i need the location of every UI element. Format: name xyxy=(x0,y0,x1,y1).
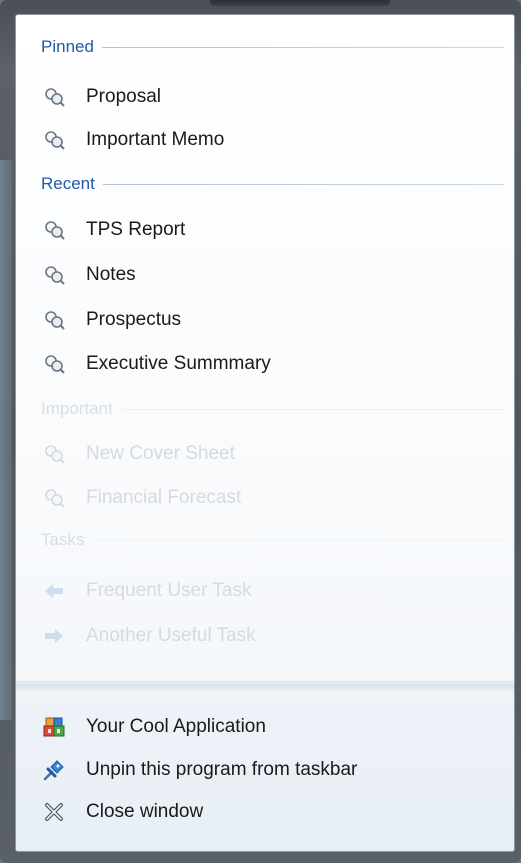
jump-list-content: Pinned Proposal Important Memo Recent TP… xyxy=(16,15,514,681)
pinned-item-important-memo[interactable]: Important Memo xyxy=(38,121,498,159)
item-label: Important Memo xyxy=(86,129,225,150)
item-label: TPS Report xyxy=(86,219,186,240)
item-label: Another Useful Task xyxy=(86,625,256,646)
frame-left-edge xyxy=(0,160,12,720)
document-search-icon xyxy=(42,128,66,152)
section-header-tasks: Tasks xyxy=(16,526,514,554)
item-label: Notes xyxy=(86,264,136,285)
item-label: Your Cool Application xyxy=(86,716,266,737)
item-label: Financial Forecast xyxy=(86,487,242,508)
app-icon xyxy=(42,715,66,739)
recent-item-notes[interactable]: Notes xyxy=(38,256,498,294)
pinned-item-proposal[interactable]: Proposal xyxy=(38,78,498,116)
arrow-left-icon xyxy=(42,579,66,603)
document-search-icon xyxy=(42,442,66,466)
important-item-financial-forecast: Financial Forecast xyxy=(38,479,498,517)
item-label: Close window xyxy=(86,801,204,822)
section-header-recent: Recent xyxy=(16,170,514,198)
document-search-icon xyxy=(42,85,66,109)
close-window-button[interactable]: Close window xyxy=(38,793,498,831)
document-search-icon xyxy=(42,486,66,510)
section-title-recent: Recent xyxy=(41,174,95,193)
document-search-icon xyxy=(42,308,66,332)
document-search-icon xyxy=(42,263,66,287)
item-label: New Cover Sheet xyxy=(86,443,235,464)
recent-item-prospectus[interactable]: Prospectus xyxy=(38,301,498,339)
document-search-icon xyxy=(42,352,66,376)
recent-item-executive-summmary[interactable]: Executive Summmary xyxy=(38,345,498,383)
recent-item-tps-report[interactable]: TPS Report xyxy=(38,211,498,249)
task-item-another-useful-task: Another Useful Task xyxy=(38,617,498,655)
important-item-new-cover-sheet: New Cover Sheet xyxy=(38,435,498,473)
section-title-pinned: Pinned xyxy=(41,37,94,56)
section-rule xyxy=(92,539,504,541)
section-header-pinned: Pinned xyxy=(16,33,514,61)
item-label: Frequent User Task xyxy=(86,580,252,601)
close-icon xyxy=(42,800,66,824)
section-title-important: Important xyxy=(41,399,113,418)
item-label: Proposal xyxy=(86,86,161,107)
section-rule xyxy=(120,408,504,410)
section-header-important: Important xyxy=(16,395,514,423)
unpin-icon xyxy=(42,758,66,782)
jump-list-footer: Your Cool Application Unpin this program… xyxy=(16,691,514,851)
unpin-from-taskbar-button[interactable]: Unpin this program from taskbar xyxy=(38,751,498,789)
jump-list-panel: Pinned Proposal Important Memo Recent TP… xyxy=(15,14,515,852)
frame-top-edge xyxy=(210,0,390,6)
section-title-tasks: Tasks xyxy=(41,530,85,549)
launch-app-button[interactable]: Your Cool Application xyxy=(38,708,498,746)
section-rule xyxy=(102,183,504,185)
item-label: Executive Summmary xyxy=(86,353,271,374)
item-label: Unpin this program from taskbar xyxy=(86,759,358,780)
arrow-right-icon xyxy=(42,624,66,648)
section-rule xyxy=(101,46,504,48)
jump-list-window: Pinned Proposal Important Memo Recent TP… xyxy=(0,0,521,863)
item-label: Prospectus xyxy=(86,309,182,330)
document-search-icon xyxy=(42,218,66,242)
task-item-frequent-user-task: Frequent User Task xyxy=(38,572,498,610)
